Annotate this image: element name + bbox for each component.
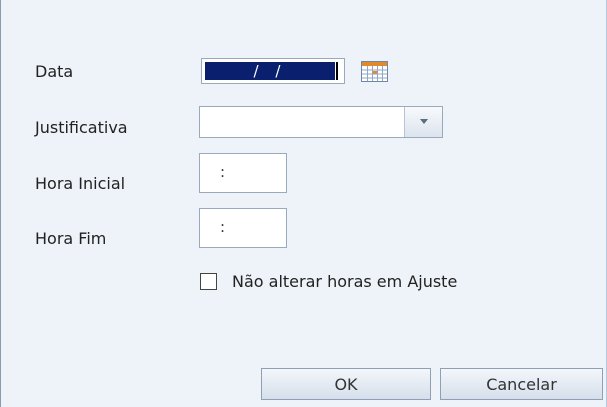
hora-inicial-label: Hora Inicial (35, 174, 126, 193)
checkbox-label: Não alterar horas em Ajuste (232, 272, 458, 291)
hora-fim-label: Hora Fim (35, 229, 107, 248)
date-label: Data (35, 62, 74, 81)
cancel-button[interactable]: Cancelar (440, 368, 603, 400)
ok-button[interactable]: OK (261, 368, 431, 400)
dialog: Data / / Justificativa Hora Inicial: Ho… (0, 0, 607, 407)
chevron-down-icon (420, 119, 428, 124)
justificativa-combo[interactable] (199, 106, 443, 138)
justificativa-label: Justificativa (35, 118, 128, 137)
calendar-icon[interactable] (361, 61, 388, 82)
justificativa-input[interactable] (200, 107, 404, 137)
date-field[interactable]: / / (201, 58, 345, 84)
hora-fim-input[interactable]: : (199, 208, 287, 248)
hora-inicial-input[interactable]: : (199, 153, 287, 193)
date-value: / / (205, 62, 335, 80)
text-cursor (336, 62, 338, 80)
nao-alterar-horas-checkbox[interactable] (200, 273, 217, 290)
dropdown-trigger[interactable] (404, 107, 442, 137)
